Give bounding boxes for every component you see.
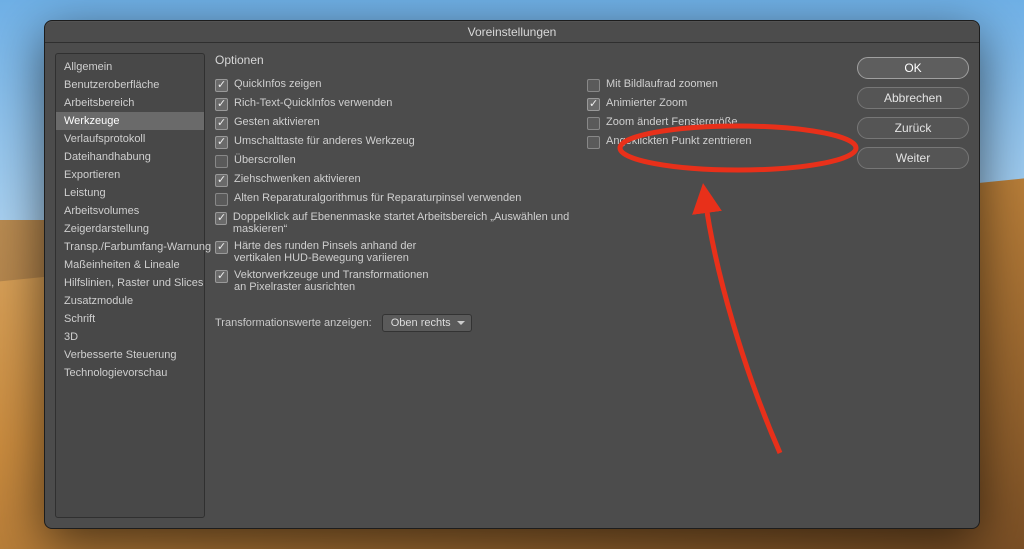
- option-row[interactable]: Vektorwerkzeuge und Transformationen an …: [215, 269, 587, 293]
- option-row[interactable]: Mit Bildlaufrad zoomen: [587, 78, 847, 92]
- option-label: Gesten aktivieren: [234, 116, 320, 128]
- transform-select[interactable]: Oben rechts: [382, 314, 472, 332]
- option-row[interactable]: Rich-Text-QuickInfos verwenden: [215, 97, 587, 111]
- option-row[interactable]: Animierter Zoom: [587, 97, 847, 111]
- sidebar-item[interactable]: Arbeitsbereich: [56, 94, 204, 112]
- option-label: Überscrollen: [234, 154, 296, 166]
- option-checkbox[interactable]: [215, 155, 228, 168]
- sidebar-item[interactable]: Leistung: [56, 184, 204, 202]
- next-button[interactable]: Weiter: [857, 147, 969, 169]
- option-row[interactable]: Härte des runden Pinsels anhand der vert…: [215, 240, 587, 264]
- option-label: Vektorwerkzeuge und Transformationen an …: [234, 269, 428, 293]
- option-row[interactable]: Gesten aktivieren: [215, 116, 587, 130]
- ok-button[interactable]: OK: [857, 57, 969, 79]
- option-label: Zoom ändert Fenstergröße: [606, 116, 737, 128]
- preferences-window: Voreinstellungen AllgemeinBenutzeroberfl…: [44, 20, 980, 529]
- sidebar-item[interactable]: Maßeinheiten & Lineale: [56, 256, 204, 274]
- option-label: Mit Bildlaufrad zoomen: [606, 78, 718, 90]
- option-label: Härte des runden Pinsels anhand der vert…: [234, 240, 416, 264]
- sidebar-item[interactable]: Verbesserte Steuerung: [56, 346, 204, 364]
- option-label: Ziehschwenken aktivieren: [234, 173, 361, 185]
- option-checkbox[interactable]: [215, 270, 228, 283]
- sidebar-item[interactable]: Transp./Farbumfang-Warnung: [56, 238, 204, 256]
- sidebar-item[interactable]: Verlaufsprotokoll: [56, 130, 204, 148]
- sidebar-item[interactable]: Exportieren: [56, 166, 204, 184]
- sidebar-item[interactable]: Benutzeroberfläche: [56, 76, 204, 94]
- option-label: Animierter Zoom: [606, 97, 687, 109]
- window-title: Voreinstellungen: [468, 25, 557, 39]
- option-checkbox[interactable]: [587, 98, 600, 111]
- option-checkbox[interactable]: [587, 79, 600, 92]
- sidebar-item[interactable]: Zeigerdarstellung: [56, 220, 204, 238]
- main-area: Optionen QuickInfos zeigen Rich-Text-Quic…: [215, 53, 969, 518]
- option-row[interactable]: Angeklickten Punkt zentrieren: [587, 135, 847, 149]
- sidebar-item[interactable]: Technologievorschau: [56, 364, 204, 382]
- sidebar-item[interactable]: 3D: [56, 328, 204, 346]
- sidebar-item[interactable]: Hilfslinien, Raster und Slices: [56, 274, 204, 292]
- option-label: Rich-Text-QuickInfos verwenden: [234, 97, 392, 109]
- option-row[interactable]: Überscrollen: [215, 154, 587, 168]
- option-row[interactable]: Ziehschwenken aktivieren: [215, 173, 587, 187]
- option-label: Doppelklick auf Ebenenmaske startet Arbe…: [233, 211, 587, 235]
- sidebar-item[interactable]: Schrift: [56, 310, 204, 328]
- options-panel: Optionen QuickInfos zeigen Rich-Text-Quic…: [215, 53, 847, 518]
- option-checkbox[interactable]: [587, 117, 600, 130]
- button-column: OK Abbrechen Zurück Weiter: [857, 53, 969, 518]
- option-row[interactable]: Alten Reparaturalgorithmus für Reparatur…: [215, 192, 587, 206]
- option-checkbox[interactable]: [215, 174, 228, 187]
- transform-label: Transformationswerte anzeigen:: [215, 317, 372, 329]
- window-content: AllgemeinBenutzeroberflächeArbeitsbereic…: [45, 43, 979, 528]
- options-left-column: QuickInfos zeigen Rich-Text-QuickInfos ve…: [215, 73, 587, 298]
- option-checkbox[interactable]: [215, 193, 228, 206]
- sidebar-item[interactable]: Zusatzmodule: [56, 292, 204, 310]
- options-heading: Optionen: [215, 53, 847, 67]
- option-label: Angeklickten Punkt zentrieren: [606, 135, 752, 147]
- sidebar-item[interactable]: Allgemein: [56, 58, 204, 76]
- option-checkbox[interactable]: [215, 98, 228, 111]
- sidebar: AllgemeinBenutzeroberflächeArbeitsbereic…: [55, 53, 205, 518]
- sidebar-item[interactable]: Werkzeuge: [56, 112, 204, 130]
- option-checkbox[interactable]: [215, 117, 228, 130]
- window-titlebar: Voreinstellungen: [45, 21, 979, 43]
- cancel-button[interactable]: Abbrechen: [857, 87, 969, 109]
- option-row[interactable]: QuickInfos zeigen: [215, 78, 587, 92]
- option-checkbox[interactable]: [215, 241, 228, 254]
- option-row[interactable]: Umschalttaste für anderes Werkzeug: [215, 135, 587, 149]
- option-checkbox[interactable]: [215, 136, 228, 149]
- option-row[interactable]: Zoom ändert Fenstergröße: [587, 116, 847, 130]
- option-label: Alten Reparaturalgorithmus für Reparatur…: [234, 192, 521, 204]
- transform-select-value: Oben rechts: [391, 317, 451, 329]
- option-checkbox[interactable]: [587, 136, 600, 149]
- option-checkbox[interactable]: [215, 212, 227, 225]
- prev-button[interactable]: Zurück: [857, 117, 969, 139]
- option-row[interactable]: Doppelklick auf Ebenenmaske startet Arbe…: [215, 211, 587, 235]
- sidebar-item[interactable]: Arbeitsvolumes: [56, 202, 204, 220]
- option-checkbox[interactable]: [215, 79, 228, 92]
- sidebar-item[interactable]: Dateihandhabung: [56, 148, 204, 166]
- option-label: QuickInfos zeigen: [234, 78, 321, 90]
- option-label: Umschalttaste für anderes Werkzeug: [234, 135, 415, 147]
- options-right-column: Mit Bildlaufrad zoomen Animierter Zoom Zoo…: [587, 73, 847, 298]
